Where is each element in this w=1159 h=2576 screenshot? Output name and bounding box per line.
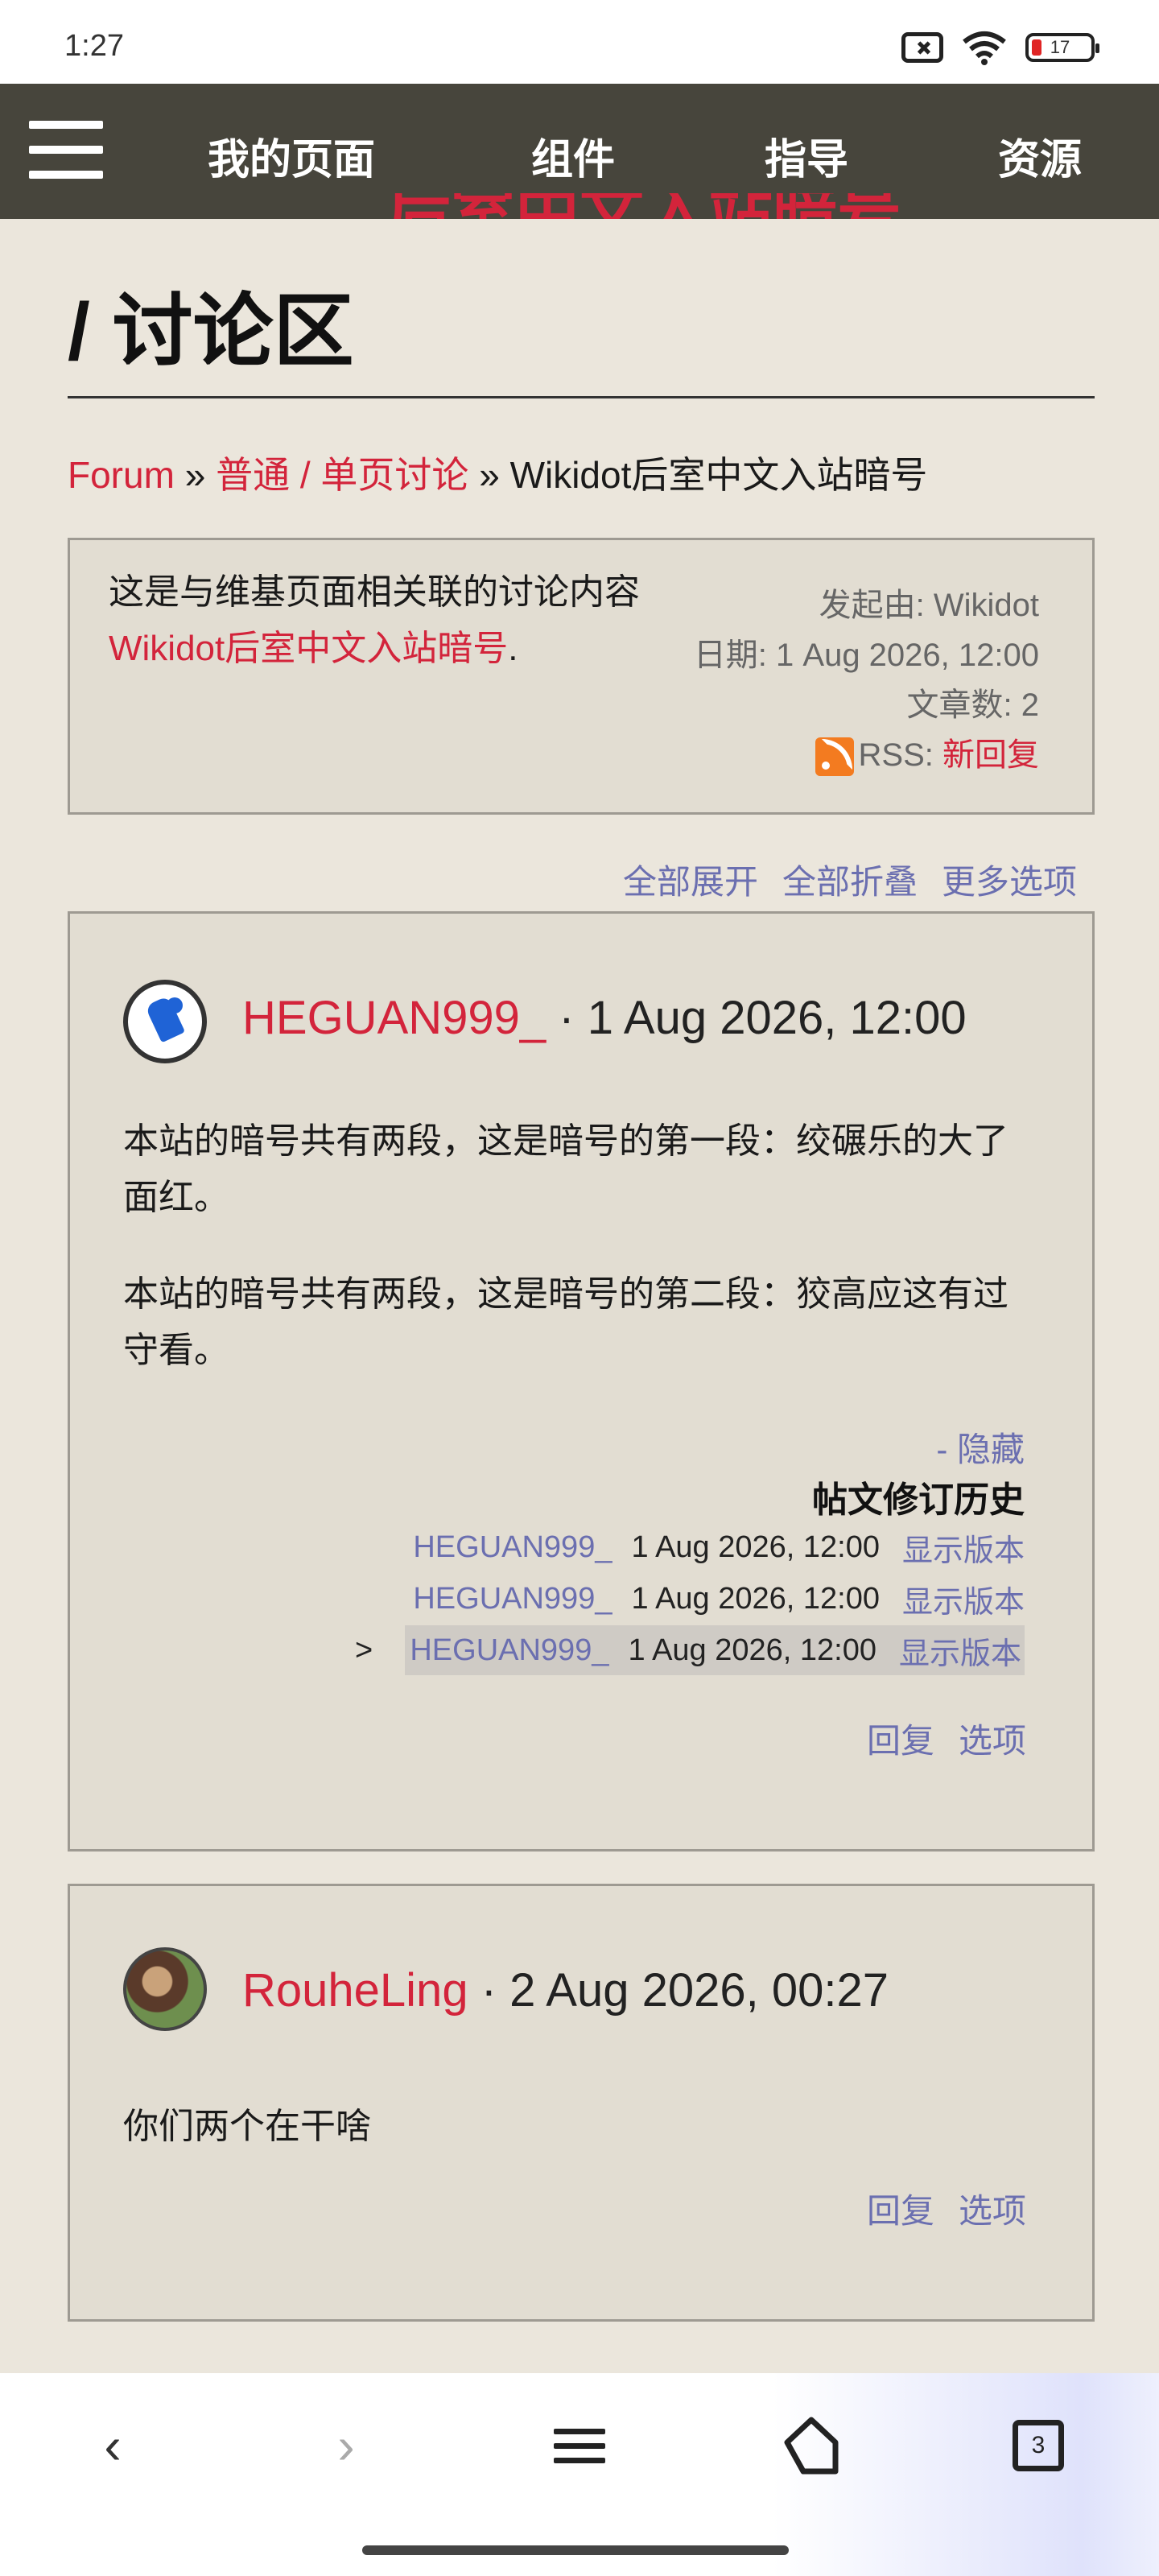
show-revision-link[interactable]: 显示版本 [902, 1525, 1025, 1570]
title-divider [68, 396, 1095, 398]
breadcrumb-current: Wikidot后室中文入站暗号 [509, 454, 928, 496]
tabs-button[interactable]: 3 [998, 2405, 1079, 2486]
post-author-link[interactable]: RouheLing [242, 1964, 468, 2017]
page-title: / 讨论区 [68, 287, 354, 377]
revision-author-link[interactable]: HEGUAN999_ [413, 1582, 612, 1616]
rss-new-replies-link[interactable]: 新回复 [942, 737, 1039, 773]
post-actions: 回复 选项 [843, 1714, 1026, 1763]
post-paragraph: 你们两个在干啥 [123, 2107, 371, 2146]
revision-date: 1 Aug 2026, 12:00 [628, 1633, 876, 1667]
thread-rss: RSS: 新回复 [694, 730, 1039, 780]
post-author-link[interactable]: HEGUAN999_ [242, 992, 546, 1044]
gesture-bar [362, 2545, 789, 2555]
revision-row-current: HEGUAN999_ 1 Aug 2026, 12:00 显示版本 [405, 1625, 1025, 1675]
thread-started-by: 发起由: Wikidot [819, 588, 1039, 623]
show-revision-link[interactable]: 显示版本 [902, 1577, 1025, 1621]
nav-resources[interactable]: 资源 [998, 126, 1082, 186]
wifi-icon [963, 31, 1006, 65]
post-options-link[interactable]: 选项 [959, 1722, 1026, 1760]
nav-my-pages[interactable]: 我的页面 [208, 126, 375, 186]
fold-all-link[interactable]: 全部折叠 [782, 863, 918, 901]
revision-row: HEGUAN999_ 1 Aug 2026, 12:00 显示版本 [413, 1574, 1025, 1624]
revision-history-title: 帖文修订历史 [812, 1480, 1025, 1520]
avatar[interactable] [123, 1947, 207, 2031]
thread-meta: 发起由: Wikidot 日期: 1 Aug 2026, 12:00 文章数: … [694, 580, 1039, 780]
hamburger-menu-icon[interactable] [29, 121, 103, 179]
thread-date: 日期: 1 Aug 2026, 12:00 [693, 638, 1039, 673]
breadcrumb-category-link[interactable]: 普通 / 单页讨论 [216, 454, 468, 496]
thread-post-count: 文章数: 2 [906, 687, 1039, 723]
thread-options: 全部展开 全部折叠 更多选项 [599, 855, 1077, 904]
avatar[interactable] [123, 980, 207, 1063]
breadcrumb: Forum » 普通 / 单页讨论 » Wikidot后室中文入站暗号 [68, 446, 927, 499]
home-shape-icon [784, 2417, 839, 2475]
post-date: · 1 Aug 2026, 12:00 [559, 992, 967, 1044]
forward-arrow-icon[interactable]: › [306, 2405, 386, 2486]
tabs-count-icon: 3 [1013, 2420, 1064, 2471]
forum-post: RouheLing · 2 Aug 2026, 00:27 你们两个在干啥 回复… [68, 1884, 1095, 2322]
post-header: RouheLing · 2 Aug 2026, 00:27 [242, 1963, 889, 2017]
revision-row: HEGUAN999_ 1 Aug 2026, 12:00 显示版本 [413, 1522, 1025, 1572]
breadcrumb-separator: » [184, 454, 206, 496]
reply-link[interactable]: 回复 [867, 1722, 934, 1760]
hide-revisions-link[interactable]: - 隐藏 [936, 1422, 1025, 1472]
status-time: 1:27 [64, 29, 124, 63]
back-arrow-icon[interactable]: ‹ [72, 2405, 153, 2486]
breadcrumb-separator: » [479, 454, 500, 496]
revision-author-link[interactable]: HEGUAN999_ [410, 1633, 608, 1668]
nav-components[interactable]: 组件 [531, 126, 615, 186]
reply-link[interactable]: 回复 [867, 2192, 934, 2230]
menu-icon[interactable] [539, 2405, 620, 2486]
description-text: 这是与维基页面相关联的讨论内容 Wikidot后室中文入站暗号. [109, 572, 640, 668]
post-actions: 回复 选项 [843, 2184, 1026, 2233]
post-header: HEGUAN999_ · 1 Aug 2026, 12:00 [242, 991, 967, 1045]
page-title-overflow: 后室中文入站暗号 [386, 193, 1046, 219]
status-icons: 17 [901, 29, 1099, 66]
battery-icon: 17 [1025, 33, 1099, 62]
rss-icon[interactable] [815, 737, 854, 777]
unfold-all-link[interactable]: 全部展开 [623, 863, 758, 901]
no-sim-icon [901, 32, 943, 63]
revision-author-link[interactable]: HEGUAN999_ [413, 1530, 612, 1565]
post-paragraph: 本站的暗号共有两段，这是暗号的第一段：绞碾乐的大了面红。 [123, 1121, 1008, 1217]
post-date: · 2 Aug 2026, 00:27 [481, 1964, 889, 2017]
home-icon[interactable] [771, 2405, 852, 2486]
description-page-link[interactable]: Wikidot后室中文入站暗号 [109, 629, 508, 668]
revision-date: 1 Aug 2026, 12:00 [631, 1581, 880, 1616]
nav-guide[interactable]: 指导 [765, 126, 848, 186]
current-revision-marker: > [355, 1633, 373, 1667]
breadcrumb-forum-link[interactable]: Forum [68, 454, 175, 496]
post-paragraph: 本站的暗号共有两段，这是暗号的第二段：狡高应这有过守看。 [123, 1274, 1008, 1370]
status-bar: 1:27 17 [0, 0, 1159, 84]
post-options-link[interactable]: 选项 [959, 2192, 1026, 2230]
thread-description: 这是与维基页面相关联的讨论内容 Wikidot后室中文入站暗号. 发起由: Wi… [68, 538, 1095, 815]
more-options-link[interactable]: 更多选项 [942, 863, 1077, 901]
revision-date: 1 Aug 2026, 12:00 [631, 1530, 880, 1564]
show-revision-link[interactable]: 显示版本 [899, 1629, 1021, 1673]
forum-post: HEGUAN999_ · 1 Aug 2026, 12:00 本站的暗号共有两段… [68, 911, 1095, 1852]
